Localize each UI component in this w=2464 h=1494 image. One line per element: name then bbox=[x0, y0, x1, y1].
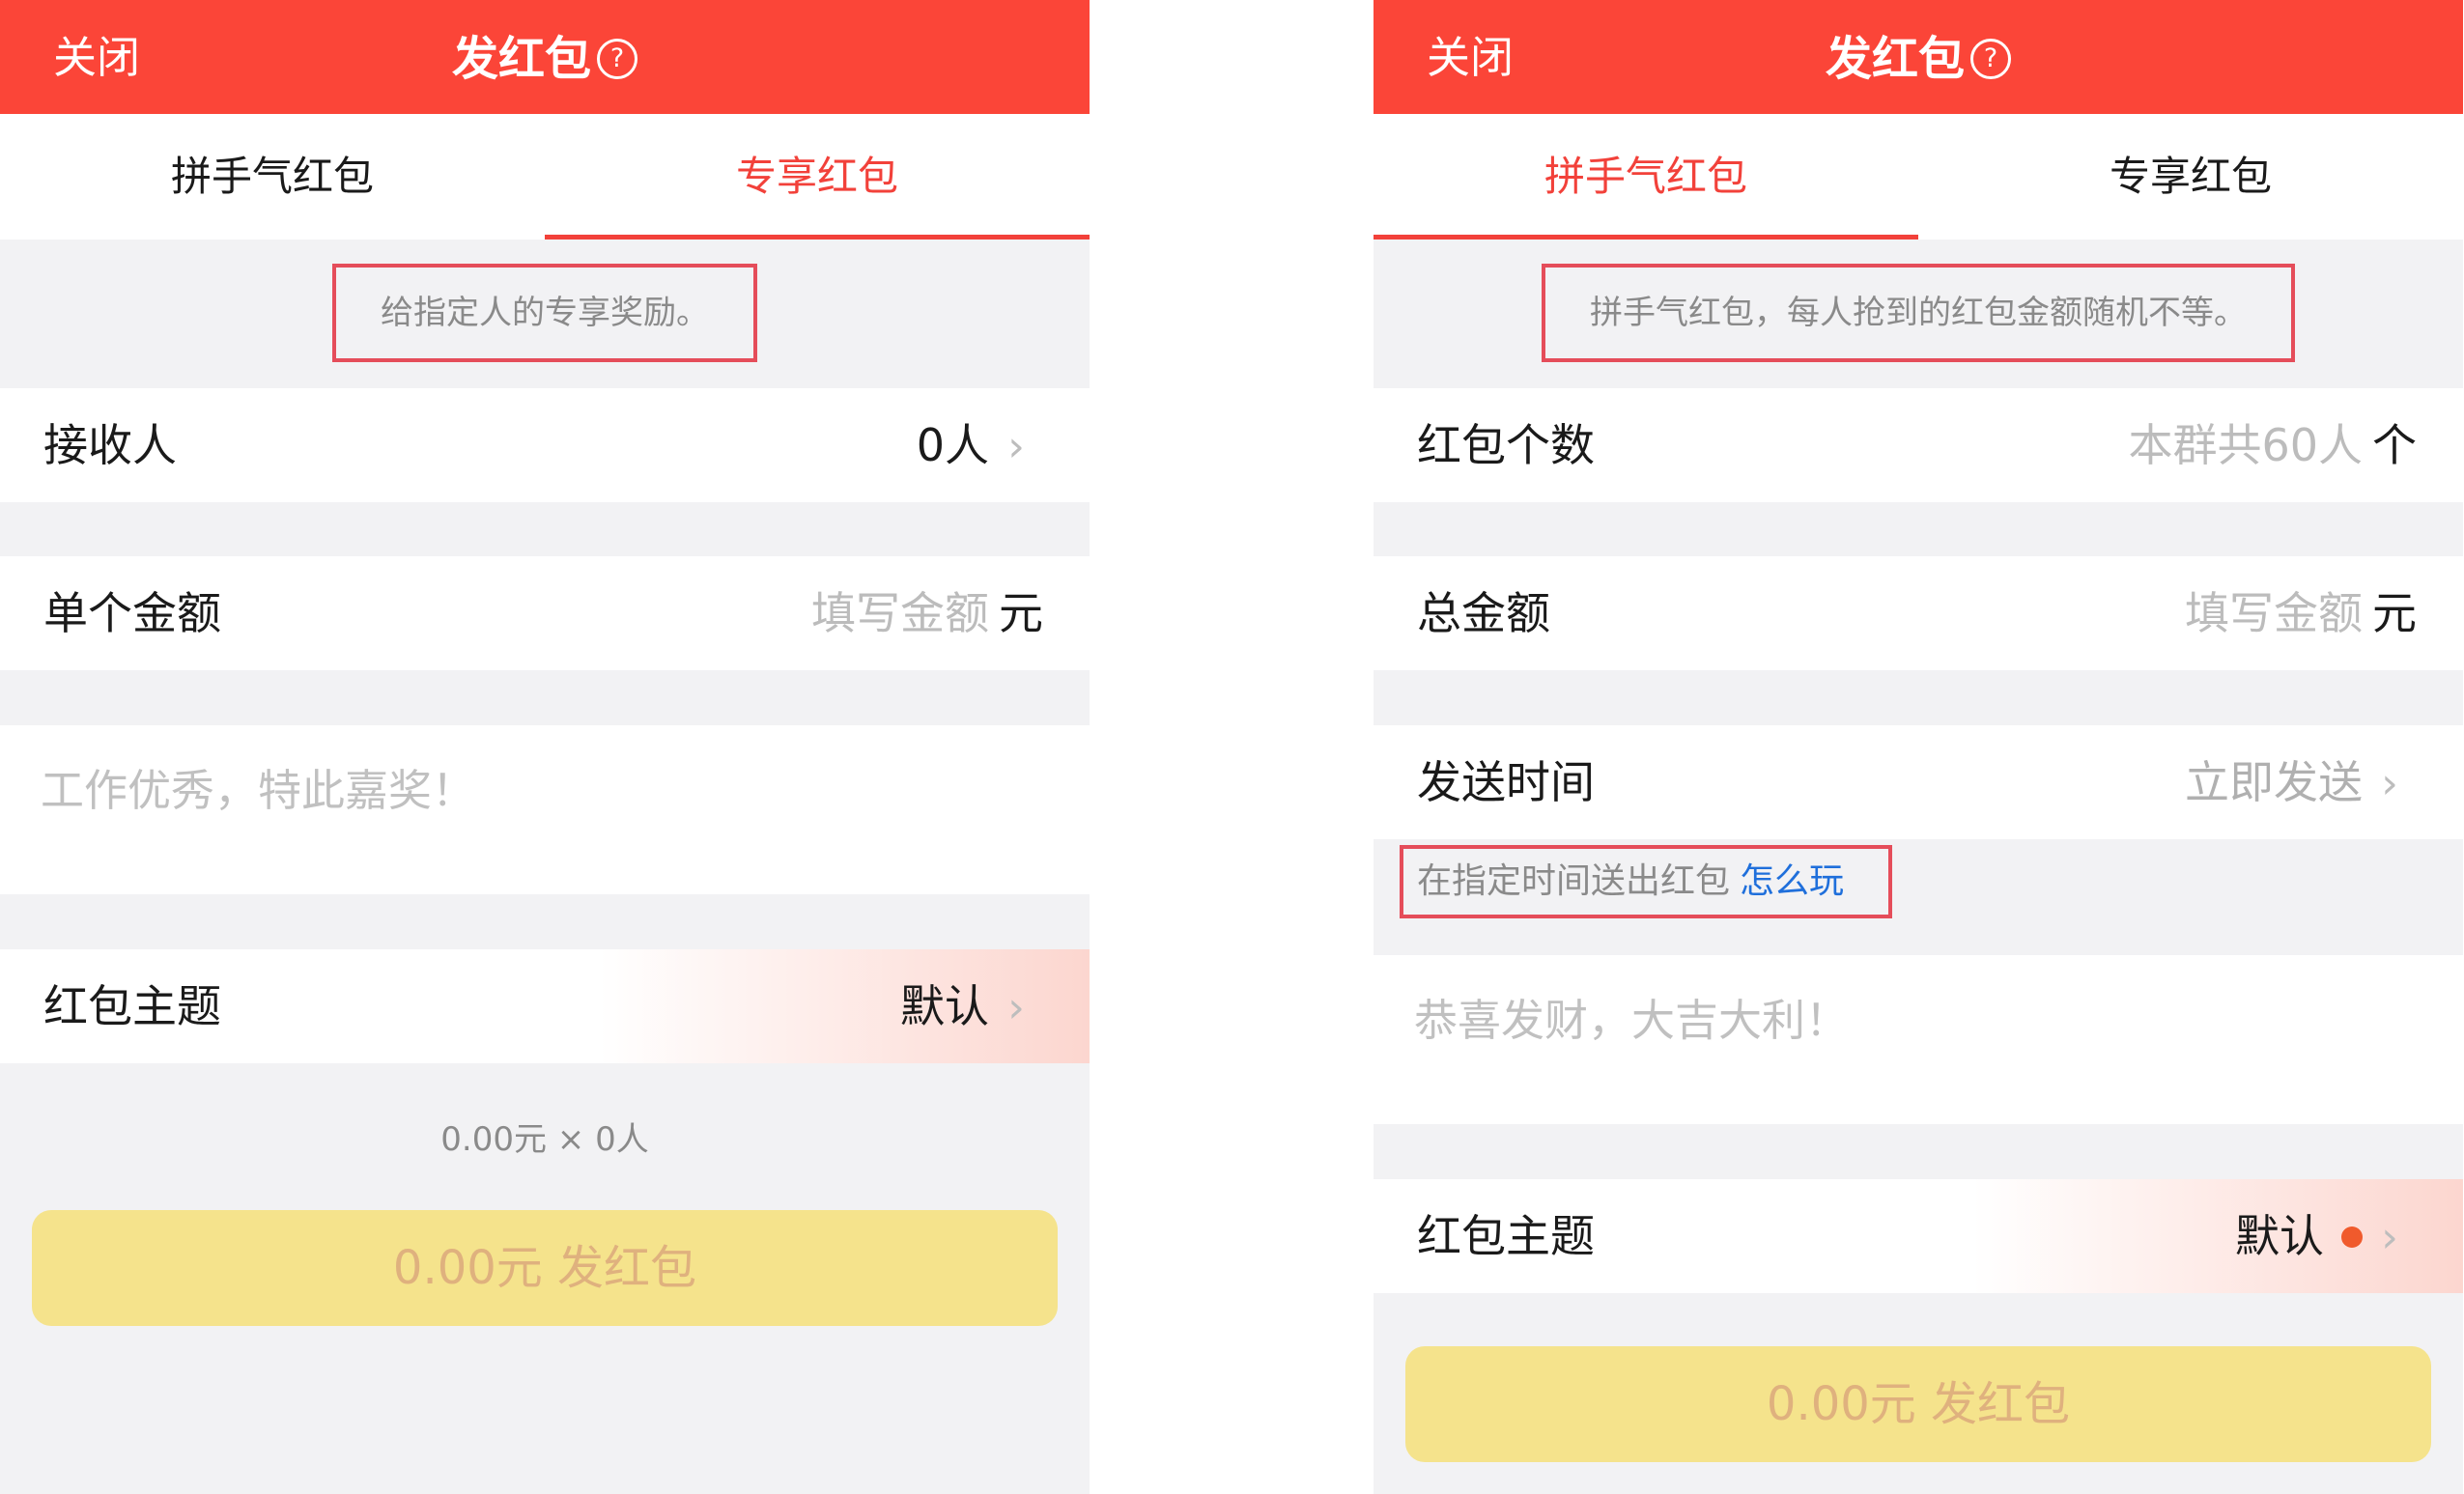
header-bar: 关闭 发红包? bbox=[1374, 0, 2463, 114]
packet-count-field[interactable]: 本群共60人个 bbox=[2128, 388, 2417, 502]
amount-unit: 元 bbox=[999, 587, 1043, 639]
new-badge-dot bbox=[2341, 1226, 2363, 1248]
theme-value: 默认 bbox=[900, 980, 989, 1032]
send-time-row[interactable]: 发送时间 立即发送 › bbox=[1374, 725, 2463, 839]
description-banner: 给指定人的专享奖励。 bbox=[0, 240, 1090, 388]
total-amount-row: 总金额 填写金额元 bbox=[1374, 556, 2463, 670]
help-icon[interactable]: ? bbox=[597, 39, 637, 79]
send-red-packet-button[interactable]: 0.00元 发红包 bbox=[1405, 1346, 2431, 1462]
single-amount-label: 单个金额 bbox=[43, 587, 221, 639]
theme-label: 红包主题 bbox=[1417, 1210, 1595, 1262]
single-amount-input[interactable]: 填写金额 bbox=[811, 587, 989, 639]
recipient-label: 接收人 bbox=[43, 419, 177, 471]
send-time-label: 发送时间 bbox=[1417, 756, 1595, 808]
send-red-packet-button[interactable]: 0.00元 发红包 bbox=[32, 1210, 1058, 1326]
chevron-right-icon: › bbox=[2381, 759, 2398, 808]
description-text: 拼手气红包，每人抢到的红包金额随机不等。 bbox=[1542, 264, 2295, 362]
theme-row[interactable]: 红包主题 默认 › bbox=[1374, 1179, 2463, 1293]
page-title: 发红包? bbox=[0, 27, 1090, 88]
tab-lucky-packet[interactable]: 拼手气红包 bbox=[0, 114, 545, 240]
page-title: 发红包? bbox=[1374, 27, 2463, 88]
header-bar: 关闭 发红包? bbox=[0, 0, 1090, 114]
theme-value-group: 默认 › bbox=[2235, 1179, 2417, 1295]
page-title-text: 发红包 bbox=[451, 32, 591, 86]
send-time-value: 立即发送 bbox=[2185, 756, 2363, 808]
tab-lucky-packet[interactable]: 拼手气红包 bbox=[1374, 114, 1918, 240]
single-amount-field[interactable]: 填写金额元 bbox=[811, 556, 1043, 670]
amount-unit: 元 bbox=[2372, 587, 2417, 639]
tab-bar: 拼手气红包 专享红包 bbox=[0, 114, 1090, 240]
amount-summary: 0.00元 × 0人 bbox=[440, 1120, 649, 1159]
hint-text: 在指定时间送出红包 bbox=[1417, 861, 1731, 901]
recipient-row[interactable]: 接收人 0人 › bbox=[0, 388, 1090, 502]
theme-row[interactable]: 红包主题 默认 › bbox=[0, 949, 1090, 1063]
tab-bar: 拼手气红包 专享红包 bbox=[1374, 114, 2463, 240]
description-text: 给指定人的专享奖励。 bbox=[332, 264, 757, 362]
help-icon[interactable]: ? bbox=[1970, 39, 2011, 79]
recipient-count: 0人 bbox=[916, 419, 989, 471]
packet-count-row: 红包个数 本群共60人个 bbox=[1374, 388, 2463, 502]
total-amount-label: 总金额 bbox=[1417, 587, 1550, 639]
theme-value-group: 默认 › bbox=[900, 949, 1043, 1065]
theme-value: 默认 bbox=[2235, 1210, 2324, 1262]
message-input[interactable]: 恭喜发财，大吉大利！ bbox=[1414, 992, 1849, 1050]
packet-count-input[interactable]: 本群共60人 bbox=[2128, 419, 2363, 471]
tab-exclusive-packet[interactable]: 专享红包 bbox=[545, 114, 1090, 240]
how-to-play-link[interactable]: 怎么玩 bbox=[1740, 861, 1844, 901]
tab-exclusive-packet[interactable]: 专享红包 bbox=[1918, 114, 2463, 240]
chevron-right-icon: › bbox=[2381, 1213, 2398, 1262]
message-field[interactable]: 恭喜发财，大吉大利！ bbox=[1374, 955, 2463, 1124]
chevron-right-icon: › bbox=[1007, 983, 1025, 1032]
description-banner: 拼手气红包，每人抢到的红包金额随机不等。 bbox=[1374, 240, 2463, 388]
packet-count-label: 红包个数 bbox=[1417, 419, 1595, 471]
page-title-text: 发红包 bbox=[1825, 32, 1965, 86]
count-unit: 个 bbox=[2372, 419, 2417, 471]
message-input[interactable]: 工作优秀，特此嘉奖！ bbox=[41, 762, 475, 820]
send-time-value-group: 立即发送 › bbox=[2185, 725, 2417, 841]
lucky-red-packet-screen: 关闭 发红包? 拼手气红包 专享红包 拼手气红包，每人抢到的红包金额随机不等。 … bbox=[1374, 0, 2463, 1494]
scheduled-send-hint: 在指定时间送出红包 怎么玩 bbox=[1400, 845, 1893, 918]
total-amount-field[interactable]: 填写金额元 bbox=[2185, 556, 2417, 670]
chevron-right-icon: › bbox=[1007, 422, 1025, 471]
recipient-value-group: 0人 › bbox=[917, 388, 1043, 504]
theme-label: 红包主题 bbox=[43, 980, 221, 1032]
total-amount-input[interactable]: 填写金额 bbox=[2185, 587, 2363, 639]
message-field[interactable]: 工作优秀，特此嘉奖！ bbox=[0, 725, 1090, 894]
exclusive-red-packet-screen: 关闭 发红包? 拼手气红包 专享红包 给指定人的专享奖励。 接收人 0人 › 单个… bbox=[0, 0, 1090, 1494]
single-amount-row: 单个金额 填写金额元 bbox=[0, 556, 1090, 670]
